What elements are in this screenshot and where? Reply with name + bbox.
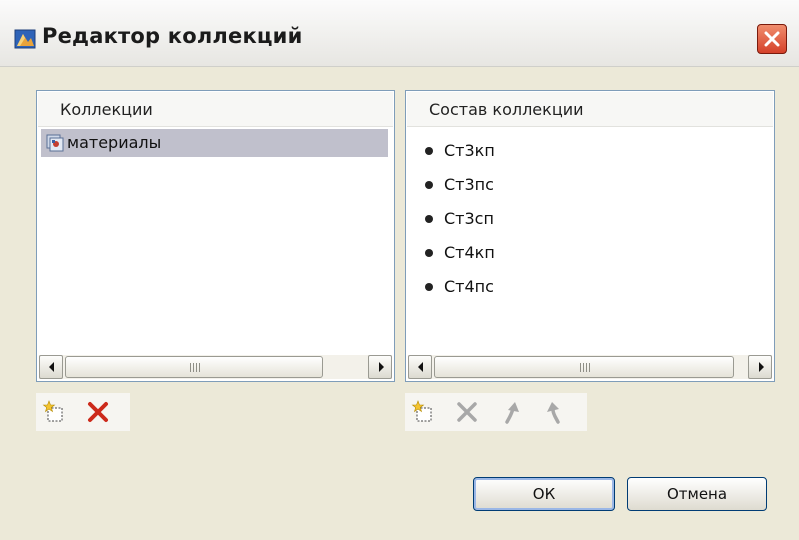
new-item-button[interactable]: [407, 396, 439, 428]
collections-panel: Коллекции материалы: [36, 90, 395, 382]
app-icon: [14, 29, 36, 49]
bullet-icon: [425, 249, 433, 257]
move-down-icon: [547, 402, 560, 424]
collection-icon: [46, 134, 64, 152]
contents-header-label: Состав коллекции: [429, 100, 584, 119]
move-up-button[interactable]: [497, 396, 529, 428]
delete-collection-button[interactable]: [82, 396, 114, 428]
delete-icon: [457, 402, 477, 422]
move-up-icon: [505, 402, 519, 424]
contents-horizontal-scrollbar[interactable]: [408, 355, 772, 379]
bullet-icon: [425, 283, 433, 291]
scroll-left-button[interactable]: [39, 355, 63, 379]
title-bar: Редактор коллекций: [0, 0, 799, 67]
delete-icon: [88, 402, 108, 422]
collection-contents-panel: Состав коллекции Ст3кп Ст3пс Ст3сп Ст4кп…: [405, 90, 775, 382]
bullet-icon: [425, 147, 433, 155]
collection-editor-dialog: Редактор коллекций Коллекции материалы С…: [0, 0, 799, 540]
scroll-left-button[interactable]: [408, 355, 432, 379]
scroll-right-button[interactable]: [748, 355, 772, 379]
list-item-label: Ст4пс: [444, 277, 494, 296]
move-down-button[interactable]: [539, 396, 571, 428]
collections-toolbar: [36, 393, 130, 431]
list-item[interactable]: Ст3кп: [416, 137, 756, 165]
contents-header: Состав коллекции: [407, 92, 773, 127]
scroll-thumb[interactable]: [65, 356, 323, 378]
bullet-icon: [425, 215, 433, 223]
list-item[interactable]: Ст3сп: [416, 205, 756, 233]
list-item-label: Ст3пс: [444, 175, 494, 194]
list-item[interactable]: Ст3пс: [416, 171, 756, 199]
collections-header: Коллекции: [38, 92, 393, 127]
cancel-button[interactable]: Отмена: [627, 477, 767, 511]
delete-item-button[interactable]: [451, 396, 483, 428]
contents-toolbar: [405, 393, 587, 431]
list-item-label: Ст3кп: [444, 141, 495, 160]
close-icon: [764, 31, 780, 47]
collection-item-label: материалы: [67, 133, 162, 152]
new-icon: [411, 400, 432, 422]
list-item[interactable]: Ст4кп: [416, 239, 756, 267]
list-item[interactable]: Ст4пс: [416, 273, 756, 301]
arrow-right-icon: [759, 362, 764, 372]
new-icon: [42, 400, 63, 422]
arrow-left-icon: [49, 362, 54, 372]
scroll-right-button[interactable]: [368, 355, 392, 379]
list-item-label: Ст4кп: [444, 243, 495, 262]
arrow-left-icon: [418, 362, 423, 372]
scroll-thumb[interactable]: [434, 356, 734, 378]
bullet-icon: [425, 181, 433, 189]
close-button[interactable]: [757, 24, 787, 54]
window-title: Редактор коллекций: [42, 24, 303, 48]
ok-button[interactable]: ОК: [473, 477, 615, 511]
arrow-right-icon: [379, 362, 384, 372]
collection-item-materials[interactable]: материалы: [41, 129, 388, 157]
new-collection-button[interactable]: [38, 396, 70, 428]
collections-horizontal-scrollbar[interactable]: [39, 355, 392, 379]
list-item-label: Ст3сп: [444, 209, 494, 228]
collections-header-label: Коллекции: [60, 100, 153, 119]
